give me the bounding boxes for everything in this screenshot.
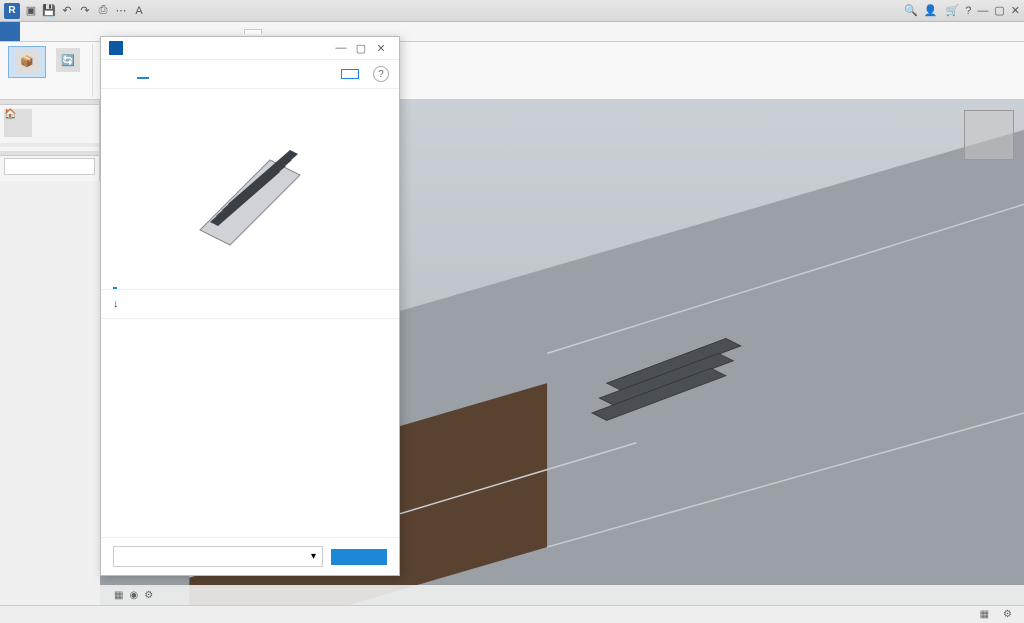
- tab-view[interactable]: [180, 30, 196, 34]
- cart-icon[interactable]: 🛒: [946, 4, 960, 17]
- col-risers[interactable]: [307, 290, 399, 319]
- sb-icon[interactable]: ⚙: [1003, 609, 1012, 620]
- revit-logo-icon: R: [4, 3, 20, 19]
- product-button[interactable]: 📦: [8, 46, 46, 78]
- col-height[interactable]: ↓: [101, 290, 214, 319]
- dialog-icon: [109, 41, 123, 55]
- close-button[interactable]: ✕: [371, 42, 391, 55]
- tab-steel[interactable]: [52, 30, 68, 34]
- tab-manage[interactable]: [196, 30, 212, 34]
- tab-structure[interactable]: [36, 30, 52, 34]
- qat-more-icon[interactable]: ⋯: [114, 4, 128, 18]
- project-browser-panel: [0, 151, 100, 181]
- tab-bim[interactable]: [228, 30, 244, 34]
- vc-icon[interactable]: ◉: [129, 590, 138, 601]
- minimize-icon[interactable]: —: [977, 5, 988, 17]
- col-width[interactable]: [214, 290, 306, 319]
- viewcube[interactable]: [964, 110, 1014, 160]
- quick-access-toolbar: ▣ 💾 ↶ ↷ ⎙ ⋯ A: [24, 4, 146, 18]
- qat-text-icon[interactable]: A: [132, 4, 146, 18]
- stair-preview-icon: [180, 120, 320, 260]
- tab-new[interactable]: [111, 70, 123, 78]
- tab-massing[interactable]: [148, 30, 164, 34]
- preview-area: [101, 105, 399, 275]
- representations-select[interactable]: ▾: [113, 546, 323, 567]
- status-bar: ▦ ⚙: [0, 605, 1024, 623]
- qat-redo-icon[interactable]: ↷: [78, 4, 92, 18]
- qat-open-icon[interactable]: ▣: [24, 4, 38, 18]
- minimize-button[interactable]: —: [331, 42, 351, 54]
- project-browser-header: [0, 151, 99, 156]
- view-type-icon: 🏠: [4, 109, 32, 137]
- subtab-details[interactable]: [131, 275, 135, 289]
- vc-icon[interactable]: ▦: [114, 590, 123, 601]
- close-icon[interactable]: ✕: [1011, 4, 1020, 17]
- insert-button[interactable]: [331, 549, 387, 565]
- chevron-down-icon: ▾: [311, 551, 316, 562]
- tab-annotate[interactable]: [116, 30, 132, 34]
- vc-icon[interactable]: ⚙: [144, 590, 153, 601]
- sort-down-icon: ↓: [113, 298, 119, 310]
- qat-undo-icon[interactable]: ↶: [60, 4, 74, 18]
- help-icon[interactable]: ?: [965, 5, 971, 17]
- subtab-variants[interactable]: [113, 275, 117, 289]
- tab-informed-design[interactable]: [244, 29, 262, 34]
- product-icon: 📦: [15, 49, 39, 73]
- tab-precast[interactable]: [68, 30, 84, 34]
- viewport-controls: ▦ ◉ ⚙: [100, 585, 1024, 605]
- tab-insert[interactable]: [100, 30, 116, 34]
- qat-save-icon[interactable]: 💾: [42, 4, 56, 18]
- tab-addins[interactable]: [212, 30, 228, 34]
- customize-insert-dialog: — ▢ ✕ ?: [100, 36, 400, 576]
- replace-icon: 🔄: [56, 48, 80, 72]
- tab-analyze[interactable]: [132, 30, 148, 34]
- search-input[interactable]: [4, 158, 95, 175]
- maximize-button[interactable]: ▢: [351, 42, 371, 55]
- maximize-icon[interactable]: ▢: [994, 4, 1004, 17]
- variants-table: ↓: [101, 290, 399, 319]
- main-model-selector[interactable]: ▦: [980, 609, 991, 620]
- search-icon[interactable]: 🔍: [904, 4, 918, 17]
- tab-collaborate[interactable]: [164, 30, 180, 34]
- properties-panel: 🏠: [0, 100, 100, 151]
- tab-systems[interactable]: [84, 30, 100, 34]
- file-tab[interactable]: [0, 22, 20, 41]
- user-label[interactable]: 👤: [924, 4, 940, 17]
- change-product-button[interactable]: [341, 69, 359, 79]
- replace-button[interactable]: 🔄: [50, 46, 86, 78]
- tab-architecture[interactable]: [20, 30, 36, 34]
- tab-modify[interactable]: [262, 30, 278, 34]
- qat-print-icon[interactable]: ⎙: [96, 4, 110, 18]
- title-bar: R ▣ 💾 ↶ ↷ ⎙ ⋯ A 🔍 👤 🛒 ? — ▢ ✕: [0, 0, 1024, 22]
- tab-existing[interactable]: [137, 69, 149, 79]
- help-icon[interactable]: ?: [373, 66, 389, 82]
